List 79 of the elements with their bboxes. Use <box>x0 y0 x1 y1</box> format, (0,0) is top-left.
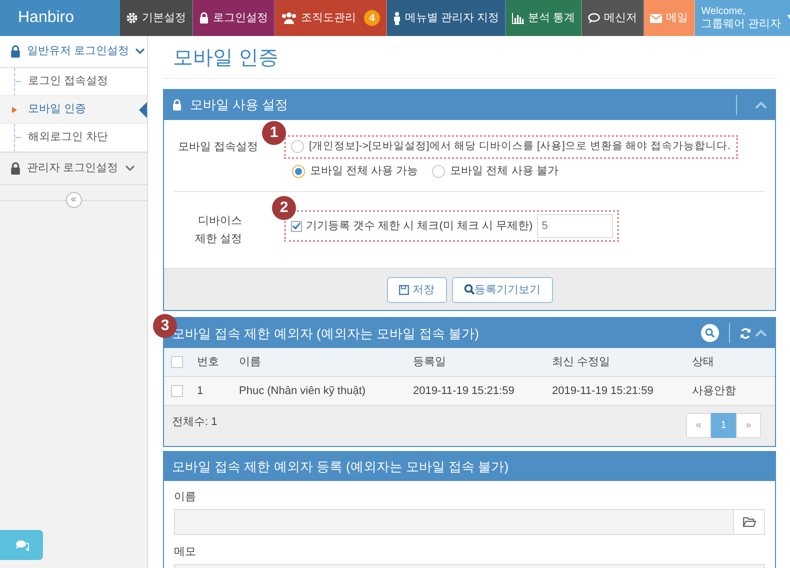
footer-button[interactable]: 등록기기보기 <box>452 276 552 303</box>
radio-button[interactable] <box>432 164 446 178</box>
users-icon <box>281 12 297 24</box>
tree-line-icon <box>15 81 21 82</box>
nav-tab[interactable]: 조직도관리 4 <box>275 0 387 36</box>
sidebar-group-label: 관리자 로그인설정 <box>27 161 118 176</box>
column-header: 번호 <box>197 355 220 370</box>
save-icon <box>398 284 408 295</box>
total-count: 전체수: 1 <box>172 415 218 430</box>
text-field[interactable] <box>174 509 765 536</box>
radio-button[interactable] <box>291 140 304 154</box>
collapse-sidebar-button[interactable]: « <box>66 192 82 208</box>
bullet-icon <box>12 107 17 113</box>
table-cell-text: 2019-11-19 15:21:59 <box>552 384 654 399</box>
step-marker: 2 <box>272 196 296 220</box>
speech-bubble-icon <box>588 12 600 24</box>
column-header: 최신 수정일 <box>552 355 612 370</box>
count-badge: 4 <box>364 10 380 26</box>
radio-label: 모바일 전체 사용 가능 <box>310 164 418 179</box>
limit-input[interactable]: 5 <box>536 214 613 238</box>
table-cell-text: 사용안함 <box>692 384 737 399</box>
collapse-icon[interactable] <box>755 329 767 338</box>
field-label: 모바일 접속설정 <box>177 140 260 155</box>
checkbox[interactable] <box>171 385 183 398</box>
lock-icon <box>10 44 21 58</box>
collapse-icon[interactable] <box>755 101 767 109</box>
nav-tab[interactable]: 메뉴별 관리자 지정 <box>387 0 506 36</box>
footer-button[interactable]: 저장 <box>386 276 446 303</box>
lock-icon <box>172 99 182 111</box>
sidebar-item[interactable]: 모바일 인증 <box>0 96 147 124</box>
selection-pointer-icon <box>139 102 147 118</box>
tree-line-icon <box>15 137 21 138</box>
bar-chart-icon <box>512 12 524 24</box>
folder-icon <box>742 517 756 528</box>
sidebar-group[interactable]: 일반유저 로그인설정 <box>0 36 147 68</box>
table-cell-text: Phuc (Nhân viên kỹ thuật) <box>239 384 367 399</box>
checkbox-label: 기기등록 갯수 제한 시 체크(미 체크 시 무제한) <box>306 219 533 234</box>
nav-tab[interactable]: 메신저 <box>582 0 644 36</box>
step-marker: 1 <box>262 121 286 145</box>
table-cell-text: 2019-11-19 15:21:59 <box>413 384 516 399</box>
checkbox[interactable] <box>171 356 183 368</box>
field-label: 이름 <box>174 490 197 504</box>
envelope-icon <box>650 14 662 22</box>
page-button[interactable]: » <box>736 413 761 438</box>
sidebar-item[interactable]: 해외로그인 차단 <box>0 124 147 152</box>
refresh-icon[interactable] <box>740 328 751 339</box>
chat-icon <box>14 539 28 551</box>
search-icon <box>705 328 715 338</box>
column-header: 이름 <box>239 355 262 370</box>
column-header: 상태 <box>692 355 715 370</box>
chevron-down-icon <box>135 48 146 55</box>
nav-tab[interactable]: 기본설정 <box>120 0 193 36</box>
radio-button[interactable] <box>292 164 305 178</box>
radio-label: [개인정보]->[모바일설정]에서 해당 디바이스를 [사용]으로 변환을 해야 접속가능합니다. <box>309 139 731 154</box>
gear-icon <box>126 12 138 24</box>
field-label: 메모 <box>174 545 197 560</box>
panel-title: 모바일 접속 제한 예외자 등록 (예외자는 모바일 접속 불가) <box>172 458 509 476</box>
folder-button[interactable] <box>733 510 764 534</box>
sidebar-group-label: 일반유저 로그인설정 <box>27 44 130 60</box>
lock-icon <box>10 162 21 176</box>
panel-title: 모바일 사용 설정 <box>190 96 288 114</box>
page-title: 모바일 인증 <box>173 46 279 71</box>
nav-tab[interactable]: 분석 통계 <box>506 0 582 36</box>
checkmark-icon <box>292 222 301 230</box>
lock-icon <box>199 12 209 24</box>
nav-tab[interactable]: 로그인설정 <box>193 0 275 36</box>
table-cell-text: 1 <box>197 384 204 399</box>
column-header: 등록일 <box>413 355 447 370</box>
chevron-down-icon <box>125 165 135 172</box>
search-icon <box>464 284 474 296</box>
field-label: 디바이스 제한 설정 <box>194 214 242 248</box>
chat-button[interactable] <box>0 530 43 560</box>
radio-label: 모바일 전체 사용 불가 <box>450 164 558 179</box>
page-button[interactable]: « <box>686 413 711 438</box>
person-icon <box>393 12 401 24</box>
logo[interactable]: Hanbiro <box>0 0 120 36</box>
user-menu[interactable]: Welcome, 그룹웨어 관리자 <box>695 0 790 36</box>
checkbox[interactable] <box>291 220 302 232</box>
search-button[interactable] <box>701 324 719 342</box>
